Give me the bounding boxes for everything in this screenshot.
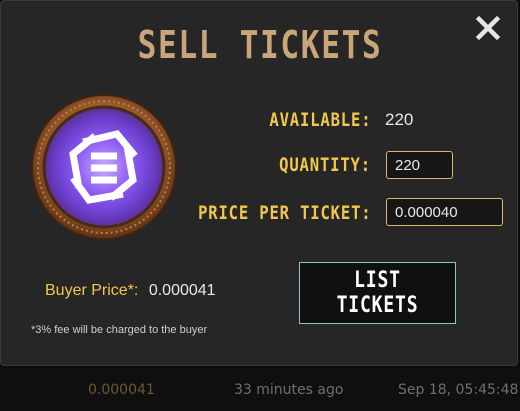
close-icon[interactable] bbox=[475, 15, 501, 41]
token-coin-icon bbox=[31, 94, 177, 240]
available-label: AVAILABLE: bbox=[268, 109, 371, 131]
row-time-ago: 33 minutes ago bbox=[234, 382, 344, 398]
buyer-price-label: Buyer Price*: bbox=[45, 282, 139, 299]
sell-tickets-modal: SELL TICKETS AVAILABLE: 220 QUANTITY: 22… bbox=[0, 0, 518, 366]
stage: 0.000041 33 minutes ago Sep 18, 05:45:48… bbox=[0, 0, 520, 411]
list-tickets-label: LIST TICKETS bbox=[336, 268, 419, 318]
row-price: 0.000041 bbox=[88, 382, 155, 398]
quantity-input[interactable] bbox=[386, 151, 453, 179]
price-per-ticket-label: PRICE PER TICKET: bbox=[197, 202, 371, 224]
price-per-ticket-input[interactable] bbox=[386, 198, 503, 226]
fee-note: *3% fee will be charged to the buyer bbox=[31, 324, 208, 336]
background-table-row: 0.000041 33 minutes ago Sep 18, 05:45:48… bbox=[0, 368, 520, 411]
buyer-price-value: 0.000041 bbox=[148, 282, 216, 299]
available-value: 220 bbox=[385, 110, 414, 129]
list-tickets-button[interactable]: LIST TICKETS bbox=[299, 262, 456, 324]
quantity-label: QUANTITY: bbox=[279, 154, 371, 176]
modal-title: SELL TICKETS bbox=[137, 23, 383, 67]
row-date: Sep 18, 05:45:48 AM bbox=[398, 382, 520, 398]
buyer-price: Buyer Price*: 0.000041 bbox=[45, 282, 216, 300]
